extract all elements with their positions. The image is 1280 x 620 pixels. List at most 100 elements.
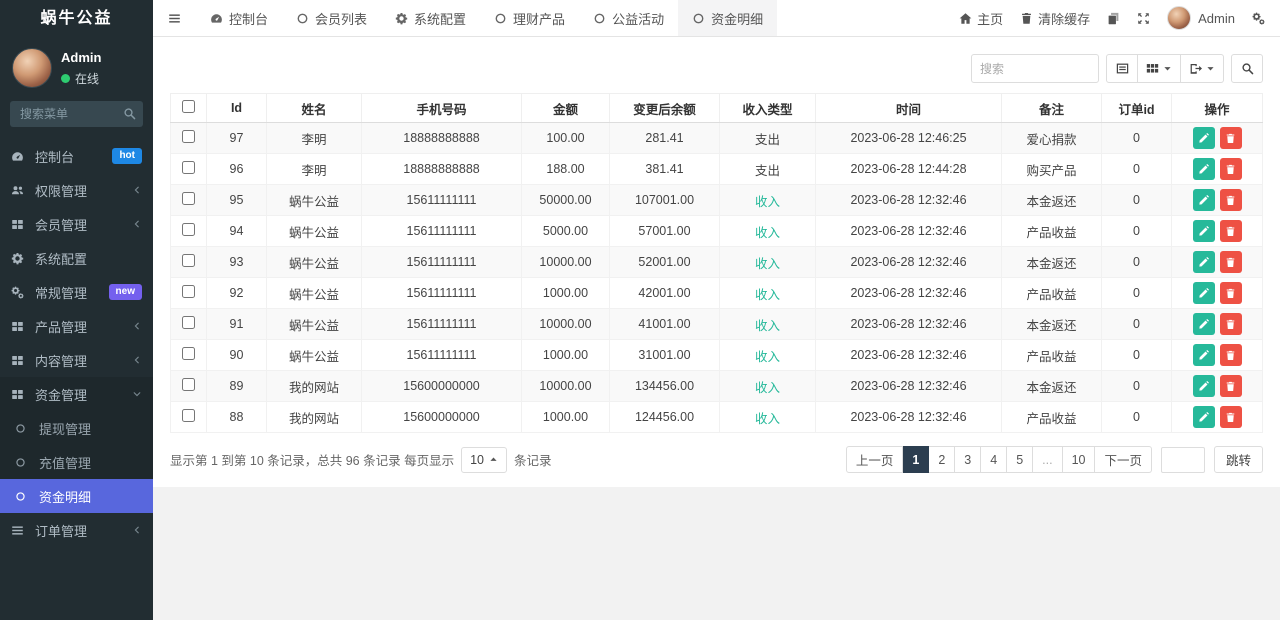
sidebar-subitem-funds-detail[interactable]: 资金明细 (0, 479, 153, 513)
row-checkbox[interactable] (182, 347, 195, 360)
tab-finance-products[interactable]: 理财产品 (480, 0, 579, 36)
grid-icon (11, 320, 26, 333)
sidebar-item-content[interactable]: 内容管理 (0, 343, 153, 377)
funds-table: Id姓名手机号码金额变更后余额收入类型时间备注订单id操作 97李明188888… (170, 93, 1263, 433)
hamburger-menu-icon[interactable] (153, 0, 196, 36)
delete-button[interactable] (1220, 406, 1242, 428)
jump-page-input[interactable] (1161, 447, 1205, 473)
cell-order-id: 0 (1102, 123, 1172, 154)
sidebar-item-products[interactable]: 产品管理 (0, 309, 153, 343)
sidebar-item-funds[interactable]: 资金管理 (0, 377, 153, 411)
cell-actions (1172, 154, 1263, 185)
settings-gear-icon[interactable] (1252, 12, 1265, 25)
pagination-page-5[interactable]: 5 (1007, 446, 1033, 473)
columns-button[interactable] (1138, 54, 1181, 83)
edit-button[interactable] (1193, 282, 1215, 304)
tab-system-config[interactable]: 系统配置 (381, 0, 480, 36)
grid-icon (11, 218, 26, 231)
export-button[interactable] (1181, 54, 1224, 83)
toggle-view-button[interactable] (1106, 54, 1138, 83)
delete-button[interactable] (1220, 158, 1242, 180)
row-checkbox[interactable] (182, 192, 195, 205)
user-avatar[interactable] (12, 48, 52, 88)
sidebar-item-permissions[interactable]: 权限管理 (0, 173, 153, 207)
pagination-area: 上一页12345...10下一页 跳转 (846, 446, 1263, 473)
pagination-page-2[interactable]: 2 (929, 446, 955, 473)
sidebar-item-system-config[interactable]: 系统配置 (0, 241, 153, 275)
row-checkbox[interactable] (182, 130, 195, 143)
tab-funds-detail[interactable]: 资金明细 (678, 0, 777, 36)
delete-button[interactable] (1220, 189, 1242, 211)
pagination-page-10[interactable]: 10 (1063, 446, 1096, 473)
row-checkbox[interactable] (182, 316, 195, 329)
cell-order-id: 0 (1102, 154, 1172, 185)
row-checkbox[interactable] (182, 285, 195, 298)
edit-button[interactable] (1193, 189, 1215, 211)
cell-actions (1172, 123, 1263, 154)
sidebar-subitem-recharge[interactable]: 充值管理 (0, 445, 153, 479)
gear-icon (395, 12, 408, 25)
cell-order-id: 0 (1102, 309, 1172, 340)
menu-group-funds: 资金管理提现管理充值管理资金明细 (0, 377, 153, 513)
tab-charity-events[interactable]: 公益活动 (579, 0, 678, 36)
table-row: 88我的网站156000000001000.00124456.00收入2023-… (171, 402, 1263, 433)
cell-income-type: 收入 (720, 309, 816, 340)
sidebar-item-orders[interactable]: 订单管理 (0, 513, 153, 547)
cell-remark: 爱心捐款 (1002, 123, 1102, 154)
pagination-page-3[interactable]: 3 (955, 446, 981, 473)
fullscreen-icon[interactable] (1137, 12, 1150, 25)
tab-dashboard[interactable]: 控制台 (196, 0, 282, 36)
delete-button[interactable] (1220, 220, 1242, 242)
table-search-input[interactable] (971, 54, 1099, 83)
edit-button[interactable] (1193, 375, 1215, 397)
cell-time: 2023-06-28 12:32:46 (816, 340, 1002, 371)
sidebar-item-members[interactable]: 会员管理 (0, 207, 153, 241)
pagination-page-1[interactable]: 1 (903, 446, 929, 473)
pagination-page-4[interactable]: 4 (981, 446, 1007, 473)
page-size-dropdown[interactable]: 10 (461, 447, 507, 473)
delete-button[interactable] (1220, 344, 1242, 366)
edit-button[interactable] (1193, 127, 1215, 149)
sidebar-item-general[interactable]: 常规管理new (0, 275, 153, 309)
edit-button[interactable] (1193, 220, 1215, 242)
delete-button[interactable] (1220, 282, 1242, 304)
cell-phone: 15611111111 (362, 185, 522, 216)
clear-cache-button[interactable]: 清除缓存 (1020, 9, 1090, 28)
sidebar-subitem-withdraw[interactable]: 提现管理 (0, 411, 153, 445)
edit-button[interactable] (1193, 406, 1215, 428)
edit-button[interactable] (1193, 251, 1215, 273)
row-checkbox[interactable] (182, 161, 195, 174)
row-checkbox[interactable] (182, 254, 195, 267)
tab-label: 控制台 (229, 9, 268, 28)
edit-button[interactable] (1193, 344, 1215, 366)
topbar-user[interactable]: Admin (1167, 6, 1235, 30)
search-button[interactable] (1231, 54, 1263, 83)
delete-button[interactable] (1220, 127, 1242, 149)
table-body: 97李明18888888888100.00281.41支出2023-06-28 … (171, 123, 1263, 433)
sidebar-item-dashboard[interactable]: 控制台hot (0, 139, 153, 173)
home-link[interactable]: 主页 (959, 9, 1003, 28)
circle-icon (593, 12, 606, 25)
cell-name: 我的网站 (267, 371, 362, 402)
tab-label: 会员列表 (315, 9, 367, 28)
delete-button[interactable] (1220, 313, 1242, 335)
pagination-prev[interactable]: 上一页 (846, 446, 904, 473)
row-checkbox[interactable] (182, 223, 195, 236)
cell-time: 2023-06-28 12:32:46 (816, 371, 1002, 402)
copy-icon[interactable] (1107, 12, 1120, 25)
edit-button[interactable] (1193, 158, 1215, 180)
row-checkbox[interactable] (182, 378, 195, 391)
edit-button[interactable] (1193, 313, 1215, 335)
menu-group-permissions: 权限管理 (0, 173, 153, 207)
grid-icon (11, 388, 26, 401)
cell-phone: 15611111111 (362, 309, 522, 340)
cell-name: 我的网站 (267, 402, 362, 433)
delete-button[interactable] (1220, 251, 1242, 273)
delete-button[interactable] (1220, 375, 1242, 397)
select-all-checkbox[interactable] (182, 100, 195, 113)
jump-button[interactable]: 跳转 (1214, 446, 1263, 473)
tab-member-list[interactable]: 会员列表 (282, 0, 381, 36)
cogs-icon (11, 286, 26, 299)
pagination-next[interactable]: 下一页 (1095, 446, 1152, 473)
row-checkbox[interactable] (182, 409, 195, 422)
